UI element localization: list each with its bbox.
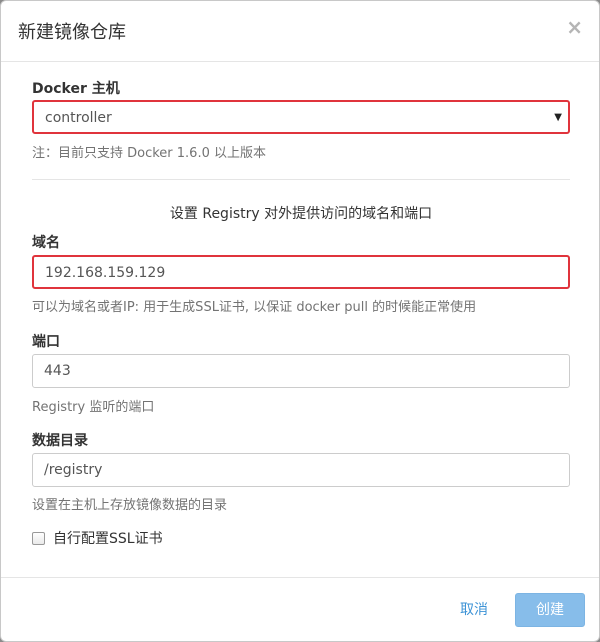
- domain-label: 域名: [32, 235, 60, 251]
- port-label: 端口: [32, 334, 60, 350]
- data-dir-label: 数据目录: [32, 433, 88, 449]
- domain-help: 可以为域名或者IP: 用于生成SSL证书, 以保证 docker pull 的时…: [32, 300, 477, 315]
- ssl-checkbox-label[interactable]: 自行配置SSL证书: [53, 528, 163, 548]
- docker-host-select[interactable]: controller ▼: [32, 100, 570, 134]
- close-icon[interactable]: ×: [566, 17, 583, 37]
- data-dir-input-value: /registry: [44, 462, 103, 478]
- dialog-header: 新建镜像仓库 ×: [1, 1, 599, 62]
- ssl-checkbox-row[interactable]: 自行配置SSL证书: [32, 529, 163, 547]
- port-input-value: 443: [44, 363, 71, 379]
- dropdown-arrow-icon: ▼: [554, 112, 562, 123]
- new-registry-dialog: 新建镜像仓库 × Docker 主机 controller ▼ 注：目前只支持 …: [0, 0, 600, 642]
- data-dir-help: 设置在主机上存放镜像数据的目录: [32, 498, 228, 513]
- port-help: Registry 监听的端口: [32, 400, 155, 415]
- docker-host-help: 注：目前只支持 Docker 1.6.0 以上版本: [32, 146, 266, 161]
- dialog-title: 新建镜像仓库: [18, 22, 126, 43]
- create-button[interactable]: 创建: [515, 593, 585, 627]
- docker-host-label: Docker 主机: [32, 81, 120, 97]
- domain-input[interactable]: 192.168.159.129: [32, 255, 570, 289]
- footer-divider: [1, 577, 599, 578]
- docker-host-selected-value: controller: [45, 110, 112, 126]
- port-input[interactable]: 443: [32, 354, 570, 388]
- cancel-button[interactable]: 取消: [449, 594, 499, 626]
- data-dir-input[interactable]: /registry: [32, 453, 570, 487]
- ssl-checkbox[interactable]: [32, 531, 45, 545]
- section-divider: [32, 179, 570, 180]
- registry-section-title: 设置 Registry 对外提供访问的域名和端口: [169, 206, 433, 222]
- domain-input-value: 192.168.159.129: [45, 265, 166, 281]
